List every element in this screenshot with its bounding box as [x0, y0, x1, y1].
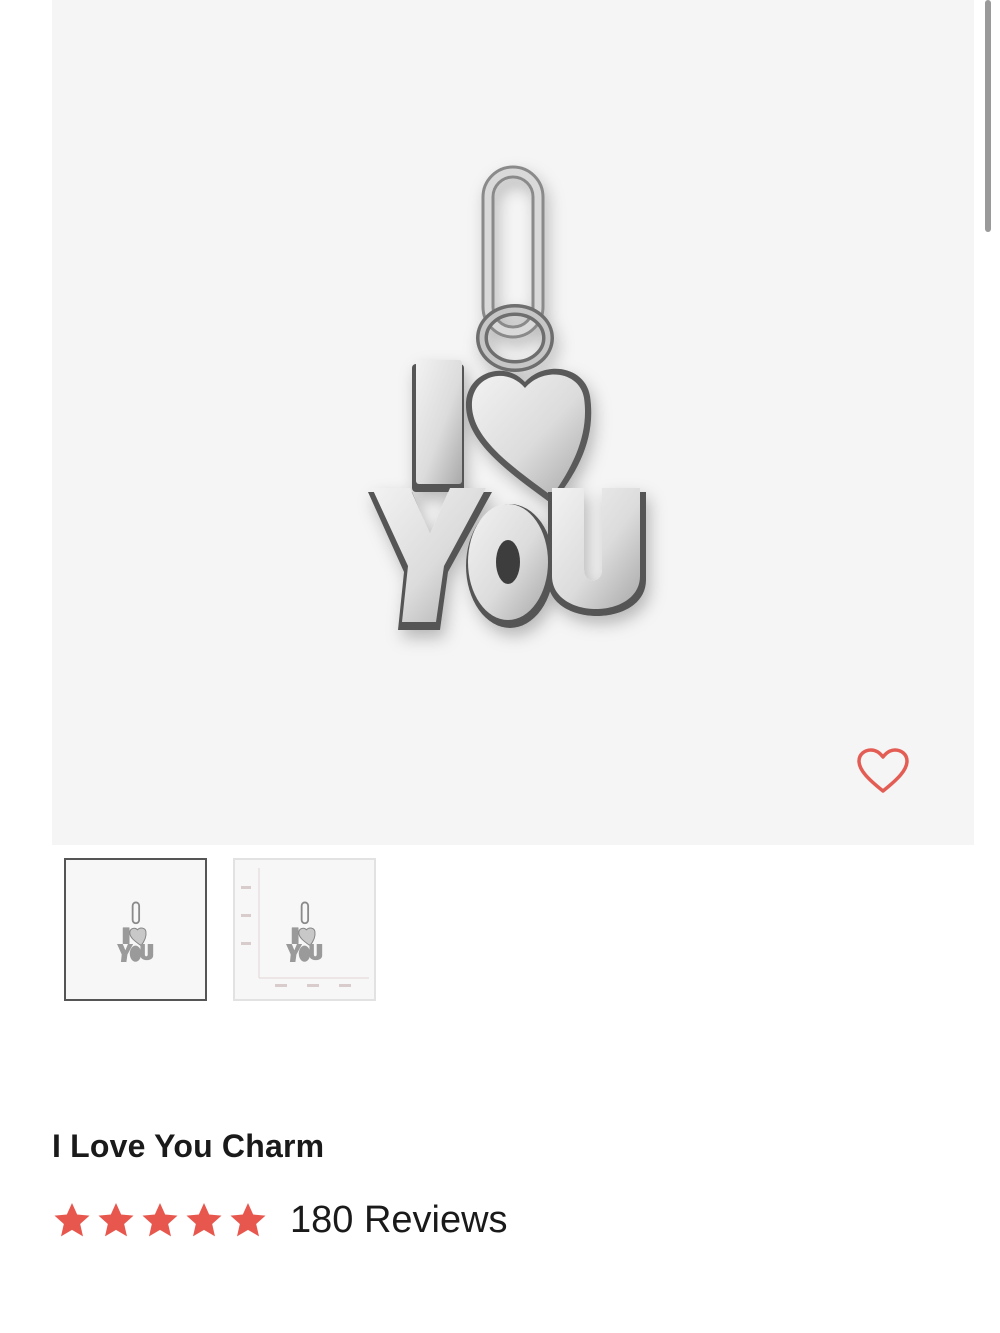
star-filled-icon	[54, 1203, 90, 1237]
star-rating	[52, 1200, 268, 1240]
thumbnail-product-front[interactable]	[64, 858, 207, 1001]
thumbnail-product-dimensions[interactable]	[233, 858, 376, 1001]
reviews-link[interactable]: 180 Reviews	[290, 1199, 508, 1242]
star-filled-icon	[186, 1203, 222, 1237]
charm-thumbnail-icon	[117, 901, 154, 962]
product-main-image[interactable]	[52, 0, 974, 845]
product-title: I Love You Charm	[52, 1128, 325, 1164]
star-filled-icon	[98, 1203, 134, 1237]
page-scrollbar[interactable]	[985, 0, 991, 232]
star-filled-icon	[142, 1203, 178, 1237]
i-love-you-charm-image	[368, 165, 646, 630]
charm-size-chart-thumbnail-icon	[241, 868, 369, 987]
heart-outline-icon	[857, 748, 909, 793]
star-filled-icon	[230, 1203, 266, 1237]
rating-row: 180 Reviews	[52, 1196, 508, 1244]
favorite-button[interactable]	[852, 740, 914, 802]
